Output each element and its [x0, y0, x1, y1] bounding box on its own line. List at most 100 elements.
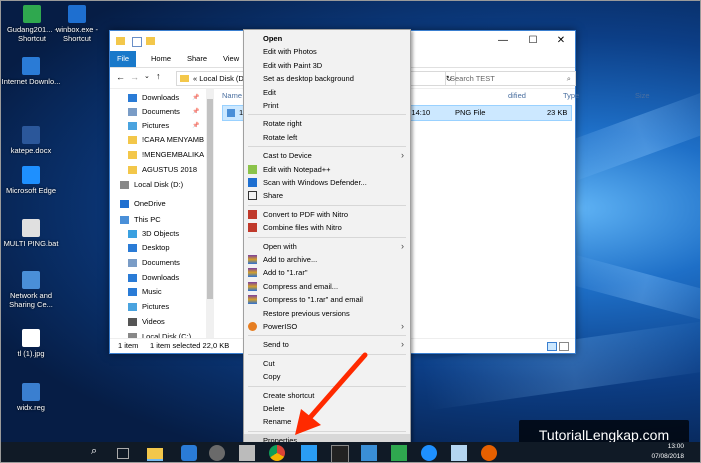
clock[interactable]: 13:00 07/08/2018 [651, 442, 684, 462]
nav-item[interactable]: Music [110, 285, 206, 299]
new-folder-quick-icon[interactable] [146, 37, 155, 45]
scrollbar-thumb[interactable] [207, 99, 213, 299]
search-icon[interactable]: ⌕ [91, 445, 107, 461]
nav-item[interactable]: Documents [110, 256, 206, 270]
menu-item[interactable]: Rotate right [244, 117, 410, 130]
desktop-icon[interactable]: tl (1).jpg [1, 329, 61, 358]
desktop-icon[interactable]: winbox.exe - Shortcut [47, 5, 107, 43]
desktop-icon[interactable]: Network and Sharing Ce... [1, 271, 61, 309]
app-taskbar-icon[interactable] [209, 445, 225, 461]
nav-scrollbar[interactable] [206, 89, 214, 338]
search-input[interactable]: Search TEST ⌕ [445, 71, 576, 86]
nav-item[interactable]: OneDrive [110, 197, 206, 211]
folder-icon [128, 166, 137, 174]
up-icon[interactable]: ↑ [156, 71, 161, 81]
nav-item[interactable]: Downloads [110, 271, 206, 285]
desktop-shortcut-icon [22, 383, 40, 401]
tab-home[interactable]: Home [144, 51, 178, 67]
menu-item[interactable]: Open with › [244, 240, 410, 253]
desktop-icon[interactable]: MULTI PING.bat [1, 219, 61, 248]
clock-date: 07/08/2018 [651, 453, 684, 460]
menu-item[interactable]: Restore previous versions [244, 307, 410, 320]
menu-item[interactable]: Add to archive... [244, 253, 410, 266]
winrar-icon [248, 281, 257, 291]
desktop-icon[interactable]: katepe.docx [1, 126, 61, 155]
nav-item-label: !CARA MENYAMB [142, 135, 204, 144]
properties-quick-icon[interactable] [132, 37, 142, 47]
folder-icon [180, 75, 189, 82]
nav-item[interactable]: !CARA MENYAMB [110, 133, 206, 147]
menu-item[interactable]: Print [244, 99, 410, 112]
menu-item[interactable]: Edit with Notepad++ [244, 163, 410, 176]
menu-item[interactable]: Share [244, 189, 410, 202]
close-button[interactable]: ✕ [548, 31, 574, 51]
desktop-icon-label: Network and Sharing Ce... [9, 291, 53, 309]
app-taskbar-icon[interactable] [239, 445, 255, 461]
menu-item[interactable]: Cast to Device › [244, 149, 410, 162]
nav-item[interactable]: Local Disk (D:) [110, 178, 206, 192]
menu-item-label: Set as desktop background [263, 74, 354, 84]
desktop-shortcut-icon [22, 57, 40, 75]
desktop-icon[interactable]: Internet Downlo... [1, 57, 61, 86]
menu-item[interactable]: Combine files with Nitro [244, 221, 410, 234]
menu-item[interactable]: Edit with Photos [244, 45, 410, 58]
chrome-icon[interactable] [269, 445, 285, 461]
menu-item[interactable]: Edit [244, 86, 410, 99]
column-size[interactable]: Size [635, 91, 650, 100]
tab-share[interactable]: Share [180, 51, 214, 67]
video-icon [128, 318, 137, 326]
menu-item[interactable]: Rotate left [244, 131, 410, 144]
column-name[interactable]: Name [222, 91, 242, 100]
home-icon[interactable] [391, 445, 407, 461]
nav-item[interactable]: This PC [110, 213, 206, 227]
menu-item[interactable]: Compress to "1.rar" and email [244, 293, 410, 306]
tab-file[interactable]: File [110, 51, 137, 67]
menu-item[interactable]: Add to "1.rar" [244, 266, 410, 279]
nav-item[interactable]: Videos [110, 315, 206, 329]
nav-item[interactable]: Pictures 📌 [110, 119, 206, 133]
app-taskbar-icon[interactable] [301, 445, 317, 461]
firefox-icon[interactable] [481, 445, 497, 461]
documents-icon [128, 259, 137, 267]
menu-item[interactable]: Scan with Windows Defender... [244, 176, 410, 189]
recent-chevron-icon[interactable]: ⌄ [144, 72, 150, 80]
folder-icon [128, 151, 137, 159]
desktop-icon[interactable]: Microsoft Edge [1, 166, 61, 195]
tab-view[interactable]: View [216, 51, 246, 67]
task-view-icon[interactable] [117, 448, 129, 459]
menu-item[interactable]: Convert to PDF with Nitro [244, 208, 410, 221]
nav-item[interactable]: Documents 📌 [110, 105, 206, 119]
menu-item-label: Send to [263, 340, 289, 350]
app-taskbar-icon[interactable] [181, 445, 197, 461]
nav-item[interactable]: AGUSTUS 2018 [110, 163, 206, 177]
details-view-icon[interactable] [547, 342, 557, 351]
menu-item[interactable]: Set as desktop background [244, 72, 410, 85]
maximize-button[interactable]: ☐ [520, 31, 546, 51]
nav-item[interactable]: Local Disk (C:) [110, 330, 206, 338]
nav-item[interactable]: Downloads 📌 [110, 91, 206, 105]
menu-item[interactable]: Send to › [244, 338, 410, 351]
nav-item[interactable]: Pictures [110, 300, 206, 314]
nav-item[interactable]: Desktop [110, 241, 206, 255]
back-icon[interactable]: ← [116, 72, 125, 82]
terminal-icon[interactable] [331, 445, 349, 462]
large-icons-view-icon[interactable] [559, 342, 569, 351]
menu-item[interactable]: Open [244, 32, 410, 45]
pin-icon: 📌 [192, 95, 200, 101]
file-explorer-taskbar-icon[interactable] [147, 448, 163, 461]
nav-item[interactable]: 3D Objects [110, 227, 206, 241]
minimize-button[interactable]: — [490, 31, 516, 51]
menu-item[interactable]: Edit with Paint 3D [244, 59, 410, 72]
column-type[interactable]: Type [563, 91, 579, 100]
app-taskbar-icon[interactable] [421, 445, 437, 461]
nav-item[interactable]: !MENGEMBALIKA [110, 148, 206, 162]
app-taskbar-icon[interactable] [361, 445, 377, 461]
menu-item[interactable]: PowerISO › [244, 320, 410, 333]
menu-item-label: Share [263, 191, 284, 201]
column-modified[interactable]: dified [508, 91, 526, 100]
app-taskbar-icon[interactable] [451, 445, 467, 461]
desktop-icon[interactable]: widx.reg [1, 383, 61, 412]
forward-icon[interactable]: → [130, 72, 139, 82]
menu-item[interactable]: Compress and email... [244, 280, 410, 293]
menu-item-label: Copy [263, 372, 281, 382]
